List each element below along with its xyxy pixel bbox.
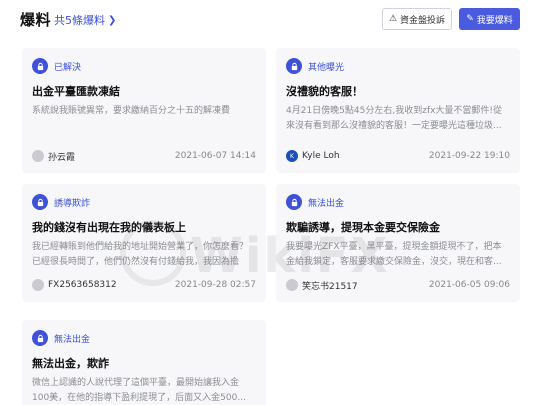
card-description: 我已經轉賬到他們給我的地址開始營業了，你怎麼看？已經很長時間了，他們仍然沒有付錢… bbox=[32, 242, 249, 267]
status-badge: 誘導欺詐 bbox=[32, 194, 90, 210]
post-date: 2021-09-28 02:57 bbox=[174, 280, 256, 290]
report-card[interactable]: 已解決 出金平臺匯款凍結 系統說我賬號異常，要求繳納百分之十五的解凍費 孙云霞 … bbox=[22, 48, 266, 173]
avatar bbox=[286, 279, 298, 291]
page-title: 爆料 bbox=[20, 11, 52, 29]
report-card[interactable]: 無法出金 無法出金，欺詐 微信上認識的人說代理了這個平臺，最開始讓我入金100美… bbox=[22, 320, 266, 405]
card-description: 4月21日傍晚5點45分左右,我收到zfx大量不當郵件!從來沒有看到那么沒禮貌的… bbox=[286, 106, 503, 131]
ponzi-complaint-label: 資金盤投訴 bbox=[400, 15, 446, 26]
ponzi-complaint-button[interactable]: ⚠ 資金盤投訴 bbox=[382, 8, 452, 30]
total-reports-link[interactable]: 共5條爆料 ❯ bbox=[54, 12, 116, 28]
status-badge: 其他曝光 bbox=[286, 58, 344, 74]
avatar: K bbox=[286, 150, 298, 162]
username: 笑忘书21517 bbox=[302, 281, 358, 292]
report-card[interactable]: 無法出金 欺騙誘導，提現本金要交保險金 我要曝光ZFX平臺，黑平臺，提現金額提現… bbox=[276, 184, 520, 302]
lock-icon bbox=[286, 194, 302, 210]
status-label: 無法出金 bbox=[308, 198, 345, 209]
post-date: 2021-06-07 14:14 bbox=[174, 151, 256, 161]
lock-icon bbox=[32, 58, 48, 74]
avatar bbox=[32, 150, 44, 162]
chevron-right-icon: ❯ bbox=[108, 14, 117, 26]
card-title: 無法出金，欺詐 bbox=[32, 357, 109, 370]
card-title: 沒禮貌的客服！ bbox=[286, 85, 363, 98]
card-title: 出金平臺匯款凍結 bbox=[32, 85, 120, 98]
avatar bbox=[32, 279, 44, 291]
username: 孙云霞 bbox=[48, 152, 76, 163]
card-footer: 孙云霞 2021-06-07 14:14 bbox=[32, 149, 256, 163]
total-reports-label: 共5條爆料 bbox=[54, 14, 105, 27]
post-date: 2021-06-05 09:06 bbox=[428, 280, 510, 290]
report-card[interactable]: 誘導欺詐 我的錢沒有出現在我的儀表板上 我已經轉賬到他們給我的地址開始營業了，你… bbox=[22, 184, 266, 302]
page-header: 爆料 共5條爆料 ❯ ⚠ 資金盤投訴 ✎ 我要爆料 bbox=[0, 0, 554, 40]
expose-button[interactable]: ✎ 我要爆料 bbox=[459, 8, 520, 30]
lock-icon bbox=[32, 194, 48, 210]
card-title: 我的錢沒有出現在我的儀表板上 bbox=[32, 221, 186, 234]
status-badge: 無法出金 bbox=[32, 330, 90, 346]
edit-icon: ✎ bbox=[466, 14, 474, 24]
card-footer: FX2563658312 2021-09-28 02:57 bbox=[32, 278, 256, 292]
username: Kyle Loh bbox=[302, 151, 340, 161]
card-footer: 笑忘书21517 2021-06-05 09:06 bbox=[286, 278, 510, 292]
status-label: 其他曝光 bbox=[308, 62, 345, 73]
lock-icon bbox=[32, 330, 48, 346]
card-footer: K Kyle Loh 2021-09-22 19:10 bbox=[286, 149, 510, 163]
lock-icon bbox=[286, 58, 302, 74]
username: FX2563658312 bbox=[48, 280, 117, 290]
card-title: 欺騙誘導，提現本金要交保險金 bbox=[286, 221, 440, 234]
card-description: 微信上認識的人說代理了這個平臺，最開始讓我入金100美，在他的指導下盈利提現了，… bbox=[32, 378, 246, 403]
expose-label: 我要爆料 bbox=[476, 15, 513, 26]
status-label: 已解決 bbox=[54, 62, 82, 73]
card-description: 系統說我賬號異常，要求繳納百分之十五的解凍費 bbox=[32, 106, 231, 116]
warning-icon: ⚠ bbox=[388, 14, 398, 24]
status-label: 誘導欺詐 bbox=[54, 198, 91, 209]
post-date: 2021-09-22 19:10 bbox=[428, 151, 510, 161]
card-description: 我要曝光ZFX平臺，黑平臺，提現金額提現不了，把本金給我鎖定，客服要求繳交保險金… bbox=[286, 242, 502, 267]
status-badge: 已解決 bbox=[32, 58, 81, 74]
report-card[interactable]: 其他曝光 沒禮貌的客服！ 4月21日傍晚5點45分左右,我收到zfx大量不當郵件… bbox=[276, 48, 520, 173]
status-label: 無法出金 bbox=[54, 334, 91, 345]
status-badge: 無法出金 bbox=[286, 194, 344, 210]
